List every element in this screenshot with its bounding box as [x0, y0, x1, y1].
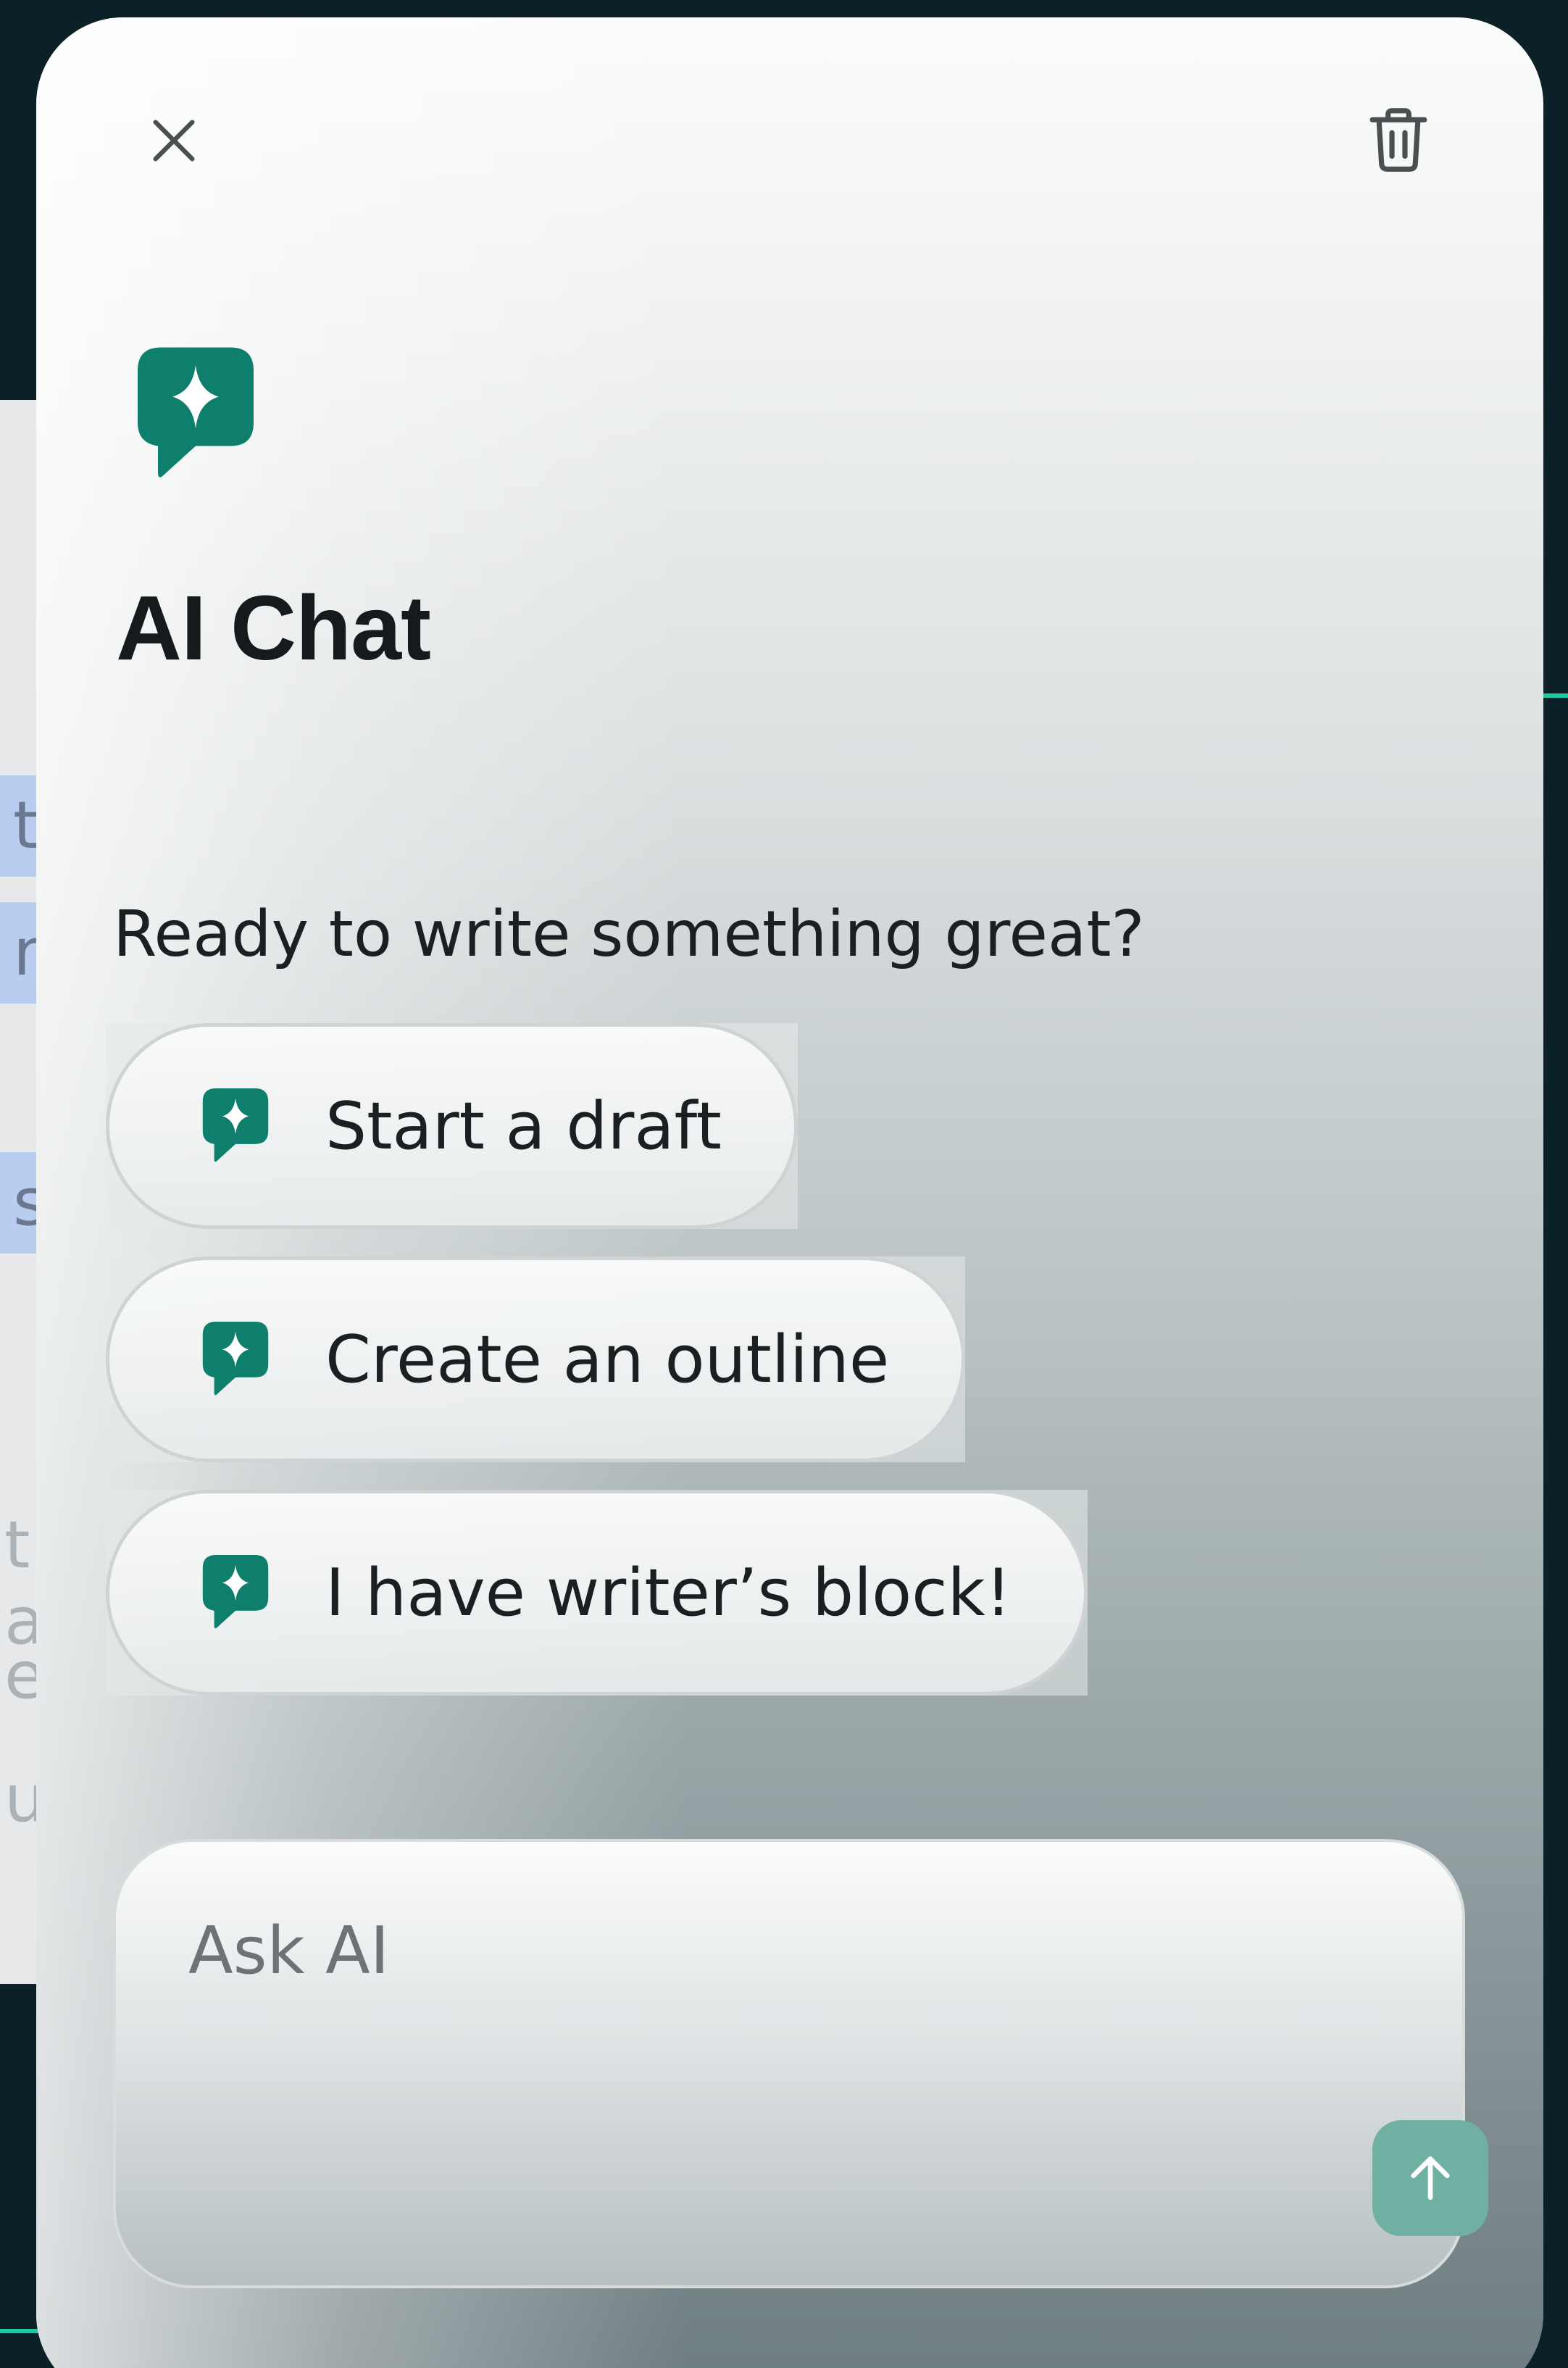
suggestion-writers-block[interactable]: I have writer’s block! [106, 1490, 1088, 1696]
panel-subtitle: Ready to write something great? [113, 897, 1145, 971]
send-button[interactable] [1372, 2120, 1488, 2236]
background-text-fragment: t a [4, 1507, 36, 1659]
ai-chat-logo [138, 347, 254, 481]
suggestion-label: I have writer’s block! [325, 1554, 1012, 1631]
close-icon [153, 120, 195, 162]
accent-line [1542, 693, 1568, 698]
close-button[interactable] [130, 97, 217, 184]
ai-chat-panel: AI Chat Ready to write something great? … [36, 17, 1543, 2368]
ask-ai-composer [113, 1839, 1488, 2288]
background-text-fragment: ec [4, 1638, 36, 1714]
sparkle-chat-icon [202, 1088, 269, 1162]
background-text-fragment: t [0, 775, 36, 877]
delete-chat-button[interactable] [1355, 97, 1442, 184]
suggestion-create-outline[interactable]: Create an outline [106, 1256, 966, 1462]
suggestion-label: Start a draft [325, 1088, 722, 1164]
sparkle-chat-icon [202, 1322, 269, 1396]
ask-ai-input[interactable] [188, 1893, 1275, 2009]
suggestion-label: Create an outline [325, 1321, 890, 1398]
sparkle-chat-icon [202, 1555, 269, 1629]
trash-icon [1369, 108, 1427, 172]
suggestion-start-draft[interactable]: Start a draft [106, 1023, 798, 1229]
sparkle-chat-icon [138, 347, 254, 478]
background-text-fragment: s [0, 1152, 36, 1254]
screen: t nt s t a ec u AI Chat Ready [0, 0, 1568, 2368]
arrow-up-icon [1411, 2156, 1450, 2200]
background-text-fragment: u [4, 1761, 36, 1837]
panel-title: AI Chat [116, 577, 431, 679]
suggestion-list: Start a draft Create an outline I have w… [106, 1023, 1088, 1723]
background-text-fragment: nt [0, 902, 36, 1004]
